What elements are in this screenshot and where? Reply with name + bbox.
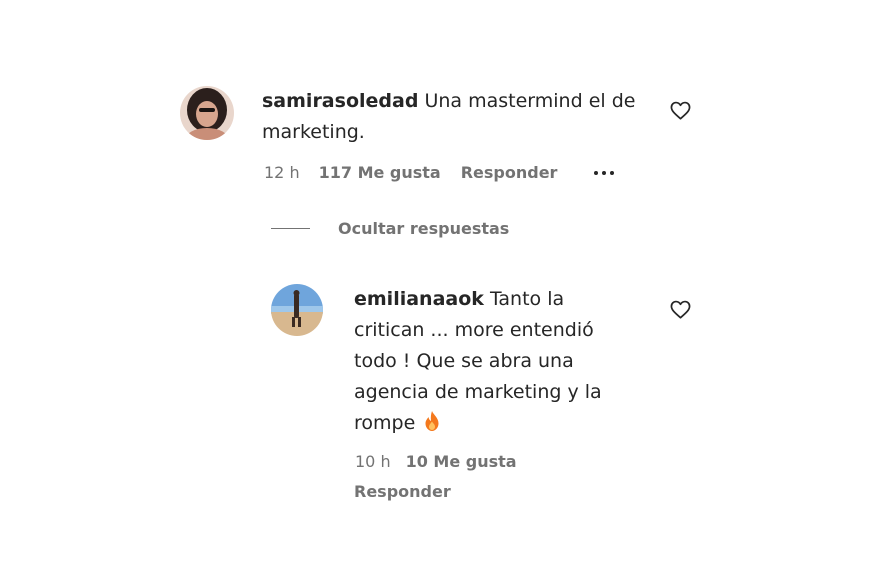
hide-replies-label: Ocultar respuestas (338, 219, 510, 238)
like-comment-heart-icon[interactable] (670, 101, 691, 124)
comment-likes[interactable]: 117 Me gusta (319, 163, 441, 182)
reply-reply-button[interactable]: Responder (354, 482, 451, 501)
comment-meta: 12 h 117 Me gusta Responder (264, 163, 557, 182)
comment-body: samirasoledad Una mastermind el de marke… (262, 86, 642, 148)
reply-body: emilianaaok Tanto la critican ... more e… (354, 284, 638, 442)
reply-meta: 10 h 10 Me gusta (355, 452, 517, 471)
avatar-samirasoledad[interactable] (180, 86, 234, 140)
reply-actions: Responder (354, 482, 451, 501)
comment-reply-button[interactable]: Responder (461, 163, 558, 182)
like-reply-heart-icon[interactable] (670, 300, 691, 323)
dot (594, 171, 598, 175)
dot (610, 171, 614, 175)
more-options-icon[interactable] (594, 171, 614, 175)
reply-likes[interactable]: 10 Me gusta (406, 452, 517, 471)
divider-line (271, 228, 310, 229)
fire-icon (423, 410, 441, 442)
dot (602, 171, 606, 175)
reply-time: 10 h (355, 452, 391, 471)
reply-username[interactable]: emilianaaok (354, 288, 484, 310)
hide-replies-button[interactable]: Ocultar respuestas (271, 219, 509, 238)
comment-username[interactable]: samirasoledad (262, 90, 418, 112)
avatar-emilianaaok[interactable] (271, 284, 323, 336)
comment-time: 12 h (264, 163, 300, 182)
